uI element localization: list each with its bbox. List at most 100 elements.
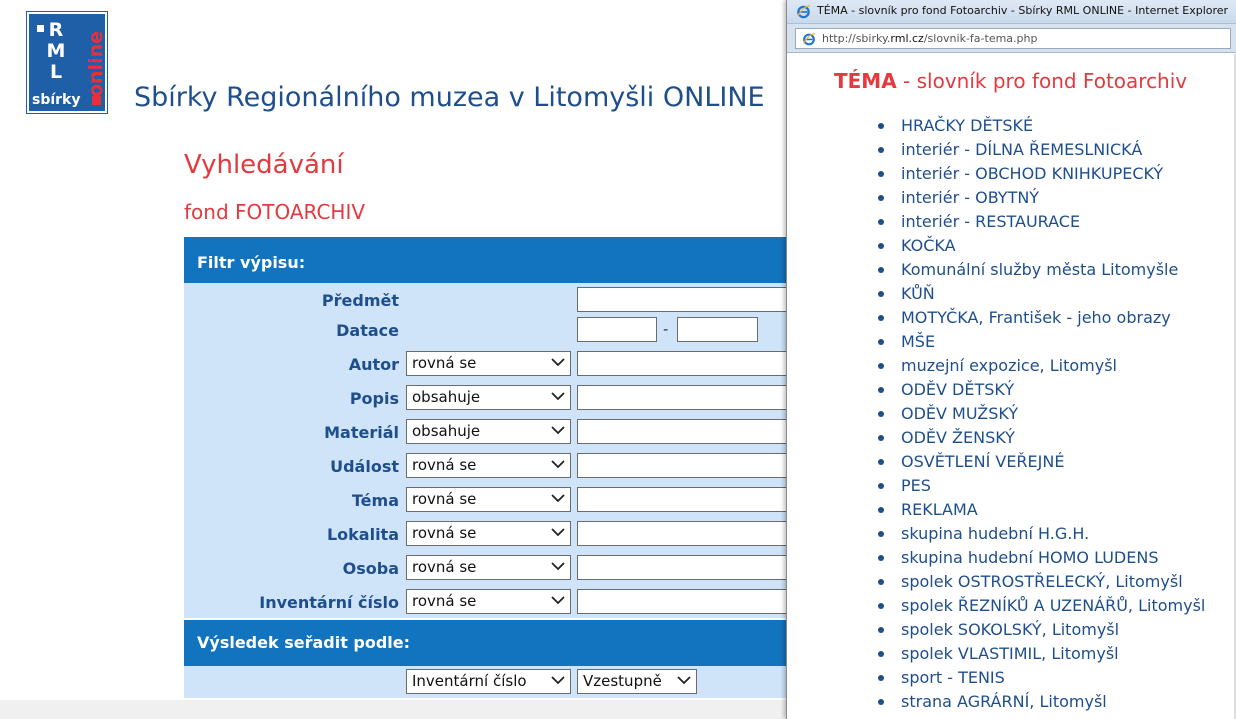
theme-list-item[interactable]: muzejní expozice, Litomyšl (878, 354, 1205, 378)
sort-panel: Inventární číslo Vzestupně (184, 666, 794, 698)
theme-link[interactable]: sport - TENIS (901, 668, 1005, 687)
theme-link[interactable]: spolek OSTROSTŘELECKÝ, Litomyšl (901, 572, 1183, 591)
popup-titlebar[interactable]: TÉMA - slovník pro fond Fotoarchiv - Sbí… (787, 0, 1236, 24)
bullet-icon (878, 627, 884, 633)
popis-operator-select[interactable]: obsahuje (406, 385, 571, 410)
theme-link[interactable]: interiér - OBCHOD KNIHKUPECKÝ (901, 164, 1163, 183)
theme-list-item[interactable]: OSVĚTLENÍ VEŘEJNÉ (878, 450, 1205, 474)
theme-link[interactable]: strana AGRÁRNÍ, Litomyšl (901, 692, 1107, 711)
theme-list-item[interactable]: ODĚV ŽENSKÝ (878, 426, 1205, 450)
theme-list-item[interactable]: skupina hudební H.G.H. (878, 522, 1205, 546)
url-prefix: http://sbirky. (822, 32, 891, 45)
theme-list-item[interactable]: spolek OSTROSTŘELECKÝ, Litomyšl (878, 570, 1205, 594)
theme-list-item[interactable]: PES (878, 474, 1205, 498)
theme-list-item[interactable]: spolek VLASTIMIL, Litomyšl (878, 642, 1205, 666)
theme-link[interactable]: interiér - RESTAURACE (901, 212, 1080, 231)
theme-list-item[interactable]: skupina hudební HOMO LUDENS (878, 546, 1205, 570)
bullet-icon (878, 603, 884, 609)
bullet-icon (878, 435, 884, 441)
theme-link[interactable]: interiér - DÍLNA ŘEMESLNICKÁ (901, 140, 1142, 159)
theme-link[interactable]: ODĚV DĚTSKÝ (901, 380, 1014, 399)
theme-list-item[interactable]: ODĚV MUŽSKÝ (878, 402, 1205, 426)
theme-list-item[interactable]: spolek ŘEZNÍKŮ A UZENÁŘŮ, Litomyšl (878, 594, 1205, 618)
tema-input[interactable] (577, 487, 797, 512)
theme-link[interactable]: spolek SOKOLSKÝ, Litomyšl (901, 620, 1119, 639)
theme-link[interactable]: OSVĚTLENÍ VEŘEJNÉ (901, 452, 1064, 471)
sort-field-select[interactable]: Inventární číslo (406, 669, 571, 694)
logo-online: online (85, 30, 107, 97)
bullet-icon (878, 411, 884, 417)
udalost-input[interactable] (577, 453, 797, 478)
filter-row-inventarni-cislo: Inventární číslo rovná se (184, 589, 797, 615)
sort-order-select[interactable]: Vzestupně (577, 669, 697, 694)
lokalita-input[interactable] (577, 521, 797, 546)
logo-online-wrap: online (85, 16, 107, 97)
theme-list-item[interactable]: MOTYČKA, František - jeho obrazy (878, 306, 1205, 330)
datace-to-input[interactable] (677, 317, 758, 342)
theme-list-item[interactable]: HRAČKY DĚTSKÉ (878, 114, 1205, 138)
popis-input[interactable] (577, 385, 797, 410)
page-bottom-strip (0, 700, 800, 719)
theme-link[interactable]: KŮŇ (901, 284, 935, 303)
theme-link[interactable]: MOTYČKA, František - jeho obrazy (901, 308, 1171, 327)
theme-link[interactable]: ODĚV MUŽSKÝ (901, 404, 1018, 423)
inventarni-cislo-operator-select[interactable]: rovná se (406, 589, 571, 614)
theme-link[interactable]: skupina hudební HOMO LUDENS (901, 548, 1158, 567)
theme-list-item[interactable]: KOČKA (878, 234, 1205, 258)
lokalita-operator-select[interactable]: rovná se (406, 521, 571, 546)
tema-operator-select[interactable]: rovná se (406, 487, 571, 512)
theme-list-item[interactable]: spolek SOKOLSKÝ, Litomyšl (878, 618, 1205, 642)
theme-link[interactable]: interiér - OBYTNÝ (901, 188, 1039, 207)
material-operator-select[interactable]: obsahuje (406, 419, 571, 444)
popup-url-field[interactable]: http://sbirky.rml.cz/slovnik-fa-tema.php (795, 28, 1231, 49)
theme-link[interactable]: PES (901, 476, 931, 495)
fond-title: fond FOTOARCHIV (184, 200, 366, 224)
osoba-input[interactable] (577, 555, 797, 580)
theme-list-item[interactable]: strana AGRÁRNÍ, Litomyšl (878, 690, 1205, 714)
theme-link[interactable]: skupina hudební H.G.H. (901, 524, 1089, 543)
url-path: /slovnik-fa-tema.php (923, 32, 1038, 45)
autor-operator-select[interactable]: rovná se (406, 351, 571, 376)
theme-list-item[interactable]: interiér - OBYTNÝ (878, 186, 1205, 210)
theme-list-item[interactable]: Komunální služby města Litomyšle (878, 258, 1205, 282)
theme-list-item[interactable]: ODĚV DĚTSKÝ (878, 378, 1205, 402)
theme-list-item[interactable]: interiér - RESTAURACE (878, 210, 1205, 234)
theme-link[interactable]: ODĚV ŽENSKÝ (901, 428, 1015, 447)
theme-link[interactable]: HRAČKY DĚTSKÉ (901, 116, 1033, 135)
theme-list-item[interactable]: interiér - DÍLNA ŘEMESLNICKÁ (878, 138, 1205, 162)
datace-from-input[interactable] (577, 317, 657, 342)
filter-row-lokalita: Lokalita rovná se (184, 521, 797, 547)
bullet-icon (878, 171, 884, 177)
autor-input[interactable] (577, 351, 797, 376)
theme-link[interactable]: muzejní expozice, Litomyšl (901, 356, 1117, 375)
filter-row-tema: Téma rovná se (184, 487, 797, 513)
predmet-input[interactable] (577, 287, 797, 312)
material-input[interactable] (577, 419, 797, 444)
theme-list-item[interactable]: MŠE (878, 330, 1205, 354)
theme-link[interactable]: spolek VLASTIMIL, Litomyšl (901, 644, 1119, 663)
theme-link[interactable]: spolek ŘEZNÍKŮ A UZENÁŘŮ, Litomyšl (901, 596, 1205, 615)
theme-list-item[interactable]: interiér - OBCHOD KNIHKUPECKÝ (878, 162, 1205, 186)
udalost-operator-select[interactable]: rovná se (406, 453, 571, 478)
osoba-operator-select[interactable]: rovná se (406, 555, 571, 580)
chevron-down-icon (551, 494, 565, 503)
theme-list-item[interactable]: REKLAMA (878, 498, 1205, 522)
theme-list: HRAČKY DĚTSKÉ interiér - DÍLNA ŘEMESLNICK… (878, 114, 1205, 714)
inventarni-cislo-input[interactable] (577, 589, 797, 614)
theme-link[interactable]: KOČKA (901, 236, 956, 255)
theme-link[interactable]: MŠE (901, 332, 935, 351)
select-value: Vzestupně (583, 672, 662, 690)
theme-list-item[interactable]: KŮŇ (878, 282, 1205, 306)
bullet-icon (878, 315, 884, 321)
site-logo[interactable]: R M L online sbírky (26, 11, 108, 114)
chevron-down-icon (551, 358, 565, 367)
chevron-down-icon (551, 676, 565, 685)
site-title[interactable]: Sbírky Regionálního muzea v Litomyšli ON… (134, 82, 765, 113)
filter-label: Lokalita (326, 525, 399, 544)
theme-link[interactable]: REKLAMA (901, 500, 978, 519)
theme-list-item[interactable]: sport - TENIS (878, 666, 1205, 690)
internet-explorer-icon (797, 5, 811, 19)
bullet-icon (878, 267, 884, 273)
chevron-down-icon (677, 676, 691, 685)
theme-link[interactable]: Komunální služby města Litomyšle (901, 260, 1178, 279)
